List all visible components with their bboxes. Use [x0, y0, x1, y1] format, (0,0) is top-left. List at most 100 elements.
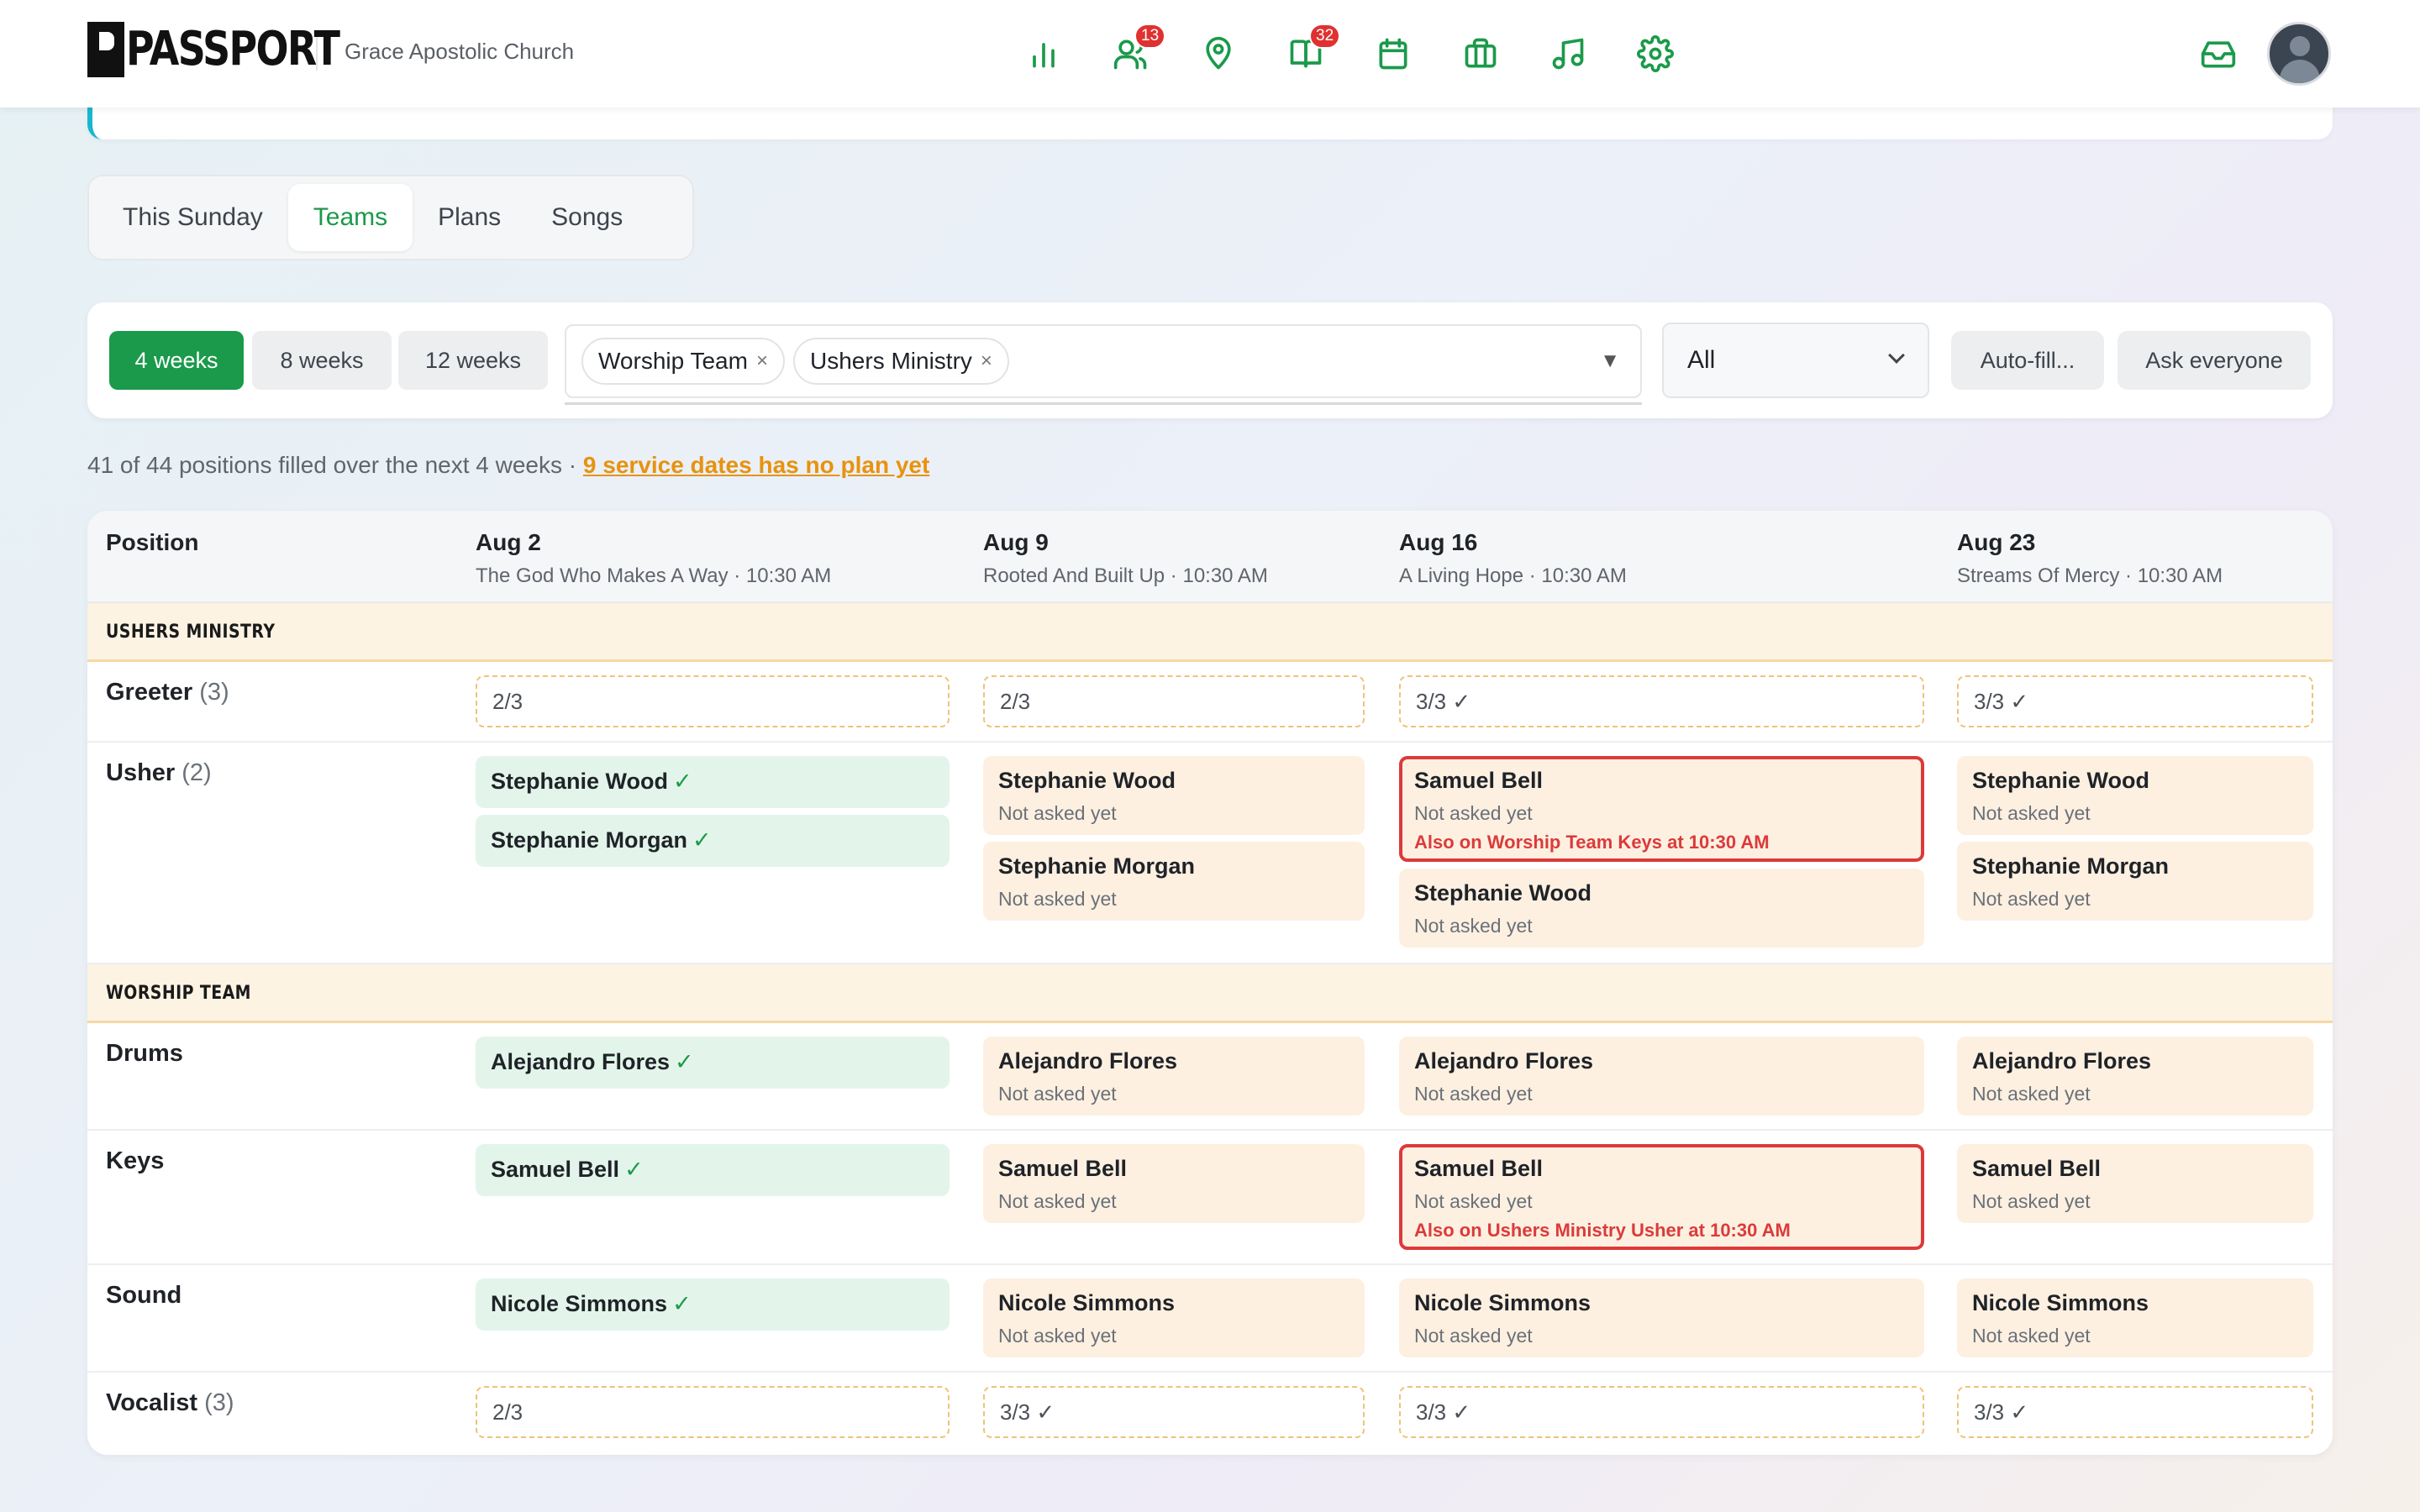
assignment-pending[interactable]: Alejandro Flores Not asked yet: [1957, 1037, 2313, 1116]
volunteer-name: Stephanie Wood: [1972, 768, 2150, 793]
tab-this-sunday[interactable]: This Sunday: [97, 184, 288, 251]
date-label: Aug 16: [1399, 529, 1478, 555]
status-select[interactable]: All: [1662, 323, 1929, 398]
plan-subtitle: Streams Of Mercy · 10:30 AM: [1957, 564, 2223, 587]
slot-count[interactable]: 2/3: [983, 675, 1365, 727]
volunteer-name: Stephanie Wood: [1414, 880, 1592, 906]
table-row: Sound Nicole Simmons ✓ Nicole Simmons Not…: [87, 1265, 2333, 1373]
slot-count[interactable]: 3/3 ✓: [1399, 675, 1924, 727]
section-title: WORSHIP TEAM: [106, 983, 251, 1004]
auto-fill-button[interactable]: Auto-fill...: [1951, 331, 2104, 390]
assignment-status: Not asked yet: [1414, 1083, 1533, 1105]
assignment-confirmed[interactable]: Nicole Simmons ✓: [476, 1278, 950, 1331]
slot-count[interactable]: 2/3: [476, 675, 950, 727]
user-avatar[interactable]: [2267, 22, 2331, 86]
no-plan-link[interactable]: 9 service dates has no plan yet: [583, 452, 929, 478]
book-icon[interactable]: 32: [1262, 24, 1349, 79]
weeks-4-button[interactable]: 4 weeks: [109, 331, 244, 390]
date-column-header: Aug 9 Rooted And Built Up · 10:30 AM: [983, 529, 1268, 588]
section-worship-team: WORSHIP TEAM: [87, 964, 2333, 1023]
assignment-pending[interactable]: Stephanie Morgan Not asked yet: [1957, 842, 2313, 921]
music-icon[interactable]: [1524, 29, 1612, 79]
assignment-confirmed[interactable]: Stephanie Wood ✓: [476, 756, 950, 808]
section-tabs: This Sunday Teams Plans Songs: [87, 175, 694, 260]
volunteer-name: Nicole Simmons ✓: [491, 1291, 934, 1317]
briefcase-icon[interactable]: [1437, 29, 1524, 79]
position-count: (2): [182, 759, 212, 786]
assignment-pending[interactable]: Stephanie Wood Not asked yet: [1399, 869, 1924, 948]
assignment-pending[interactable]: Samuel Bell Not asked yet: [983, 1144, 1365, 1223]
tab-teams[interactable]: Teams: [287, 184, 413, 251]
tab-plans[interactable]: Plans: [413, 184, 526, 251]
position-label: Keys: [106, 1147, 164, 1175]
status-select-value: All: [1687, 346, 1716, 374]
slot-count[interactable]: 3/3 ✓: [1957, 675, 2313, 727]
assignment-conflict[interactable]: Samuel Bell Not asked yet Also on Ushers…: [1399, 1144, 1924, 1250]
position-name: Usher: [106, 759, 176, 786]
check-icon: ✓: [624, 1157, 644, 1182]
date-label: Aug 9: [983, 529, 1049, 555]
team-chip-ushers: Ushers Ministry ×: [793, 338, 1009, 385]
team-chip-worship: Worship Team ×: [581, 338, 785, 385]
assignment-confirmed[interactable]: Samuel Bell ✓: [476, 1144, 950, 1196]
assignment-pending[interactable]: Nicole Simmons Not asked yet: [983, 1278, 1365, 1357]
slot-count[interactable]: 3/3 ✓: [983, 1386, 1365, 1438]
location-icon[interactable]: [1175, 29, 1262, 79]
assignment-status: Not asked yet: [998, 888, 1117, 910]
main-nav: 13 32: [1000, 24, 1699, 79]
assignment-pending[interactable]: Stephanie Morgan Not asked yet: [983, 842, 1365, 921]
position-count: (3): [199, 679, 229, 706]
dropdown-caret-icon[interactable]: ▼: [1600, 349, 1620, 373]
volunteer-name: Stephanie Morgan: [1972, 853, 2170, 879]
people-icon[interactable]: 13: [1087, 24, 1175, 79]
inbox-icon[interactable]: [2200, 35, 2240, 76]
assignment-status: Not asked yet: [998, 1190, 1117, 1212]
select-underline: [565, 402, 1642, 405]
chip-remove-icon[interactable]: ×: [756, 349, 768, 373]
logo-mark: [87, 22, 124, 77]
table-row: Keys Samuel Bell ✓ Samuel Bell Not asked …: [87, 1131, 2333, 1265]
assignment-pending[interactable]: Alejandro Flores Not asked yet: [983, 1037, 1365, 1116]
slot-count[interactable]: 2/3: [476, 1386, 950, 1438]
table-row: Usher (2) Stephanie Wood ✓ Stephanie Morg…: [87, 743, 2333, 964]
volunteer-name: Stephanie Morgan ✓: [491, 827, 934, 853]
assignment-pending[interactable]: Stephanie Wood Not asked yet: [1957, 756, 2313, 835]
settings-icon[interactable]: [1612, 29, 1699, 79]
assignment-pending[interactable]: Samuel Bell Not asked yet: [1957, 1144, 2313, 1223]
assignment-conflict[interactable]: Samuel Bell Not asked yet Also on Worshi…: [1399, 756, 1924, 862]
chart-icon[interactable]: [1000, 29, 1087, 79]
position-header: Position: [106, 529, 199, 555]
ask-everyone-button[interactable]: Ask everyone: [2118, 331, 2311, 390]
assignment-status: Not asked yet: [1414, 1325, 1533, 1347]
people-badge: 13: [1134, 24, 1166, 49]
assignment-pending[interactable]: Alejandro Flores Not asked yet: [1399, 1037, 1924, 1116]
calendar-icon[interactable]: [1349, 29, 1437, 79]
volunteer-name: Stephanie Wood ✓: [491, 769, 934, 795]
assignment-pending[interactable]: Nicole Simmons Not asked yet: [1399, 1278, 1924, 1357]
chip-remove-icon[interactable]: ×: [981, 349, 992, 373]
volunteer-name: Samuel Bell: [998, 1156, 1128, 1181]
assignment-status: Not asked yet: [1972, 1325, 2091, 1347]
assignment-confirmed[interactable]: Stephanie Morgan ✓: [476, 815, 950, 867]
position-name: Vocalist: [106, 1389, 198, 1416]
volunteer-name: Alejandro Flores: [1414, 1048, 1594, 1074]
table-row: Greeter (3) 2/3 2/3 3/3 ✓ 3/3 ✓: [87, 662, 2333, 743]
assignment-pending[interactable]: Stephanie Wood Not asked yet: [983, 756, 1365, 835]
volunteer-name: Alejandro Flores: [998, 1048, 1178, 1074]
assignment-confirmed[interactable]: Alejandro Flores ✓: [476, 1037, 950, 1089]
tab-songs[interactable]: Songs: [526, 184, 648, 251]
date-column-header: Aug 23 Streams Of Mercy · 10:30 AM: [1957, 529, 2223, 588]
volunteer-name: Stephanie Wood: [998, 768, 1176, 793]
book-badge: 32: [1309, 24, 1341, 49]
assignment-pending[interactable]: Nicole Simmons Not asked yet: [1957, 1278, 2313, 1357]
position-label: Usher (2): [106, 759, 212, 787]
assignment-status: Not asked yet: [1414, 1190, 1533, 1212]
summary-text: 41 of 44 positions filled over the next …: [87, 452, 583, 478]
passport-logo[interactable]: PASSPORT: [87, 20, 386, 79]
slot-count[interactable]: 3/3 ✓: [1399, 1386, 1924, 1438]
name-text: Nicole Simmons: [491, 1291, 668, 1316]
slot-count[interactable]: 3/3 ✓: [1957, 1386, 2313, 1438]
weeks-8-button[interactable]: 8 weeks: [252, 331, 392, 390]
weeks-12-button[interactable]: 12 weeks: [398, 331, 548, 390]
team-multiselect[interactable]: Worship Team × Ushers Ministry × ▼: [565, 324, 1642, 405]
